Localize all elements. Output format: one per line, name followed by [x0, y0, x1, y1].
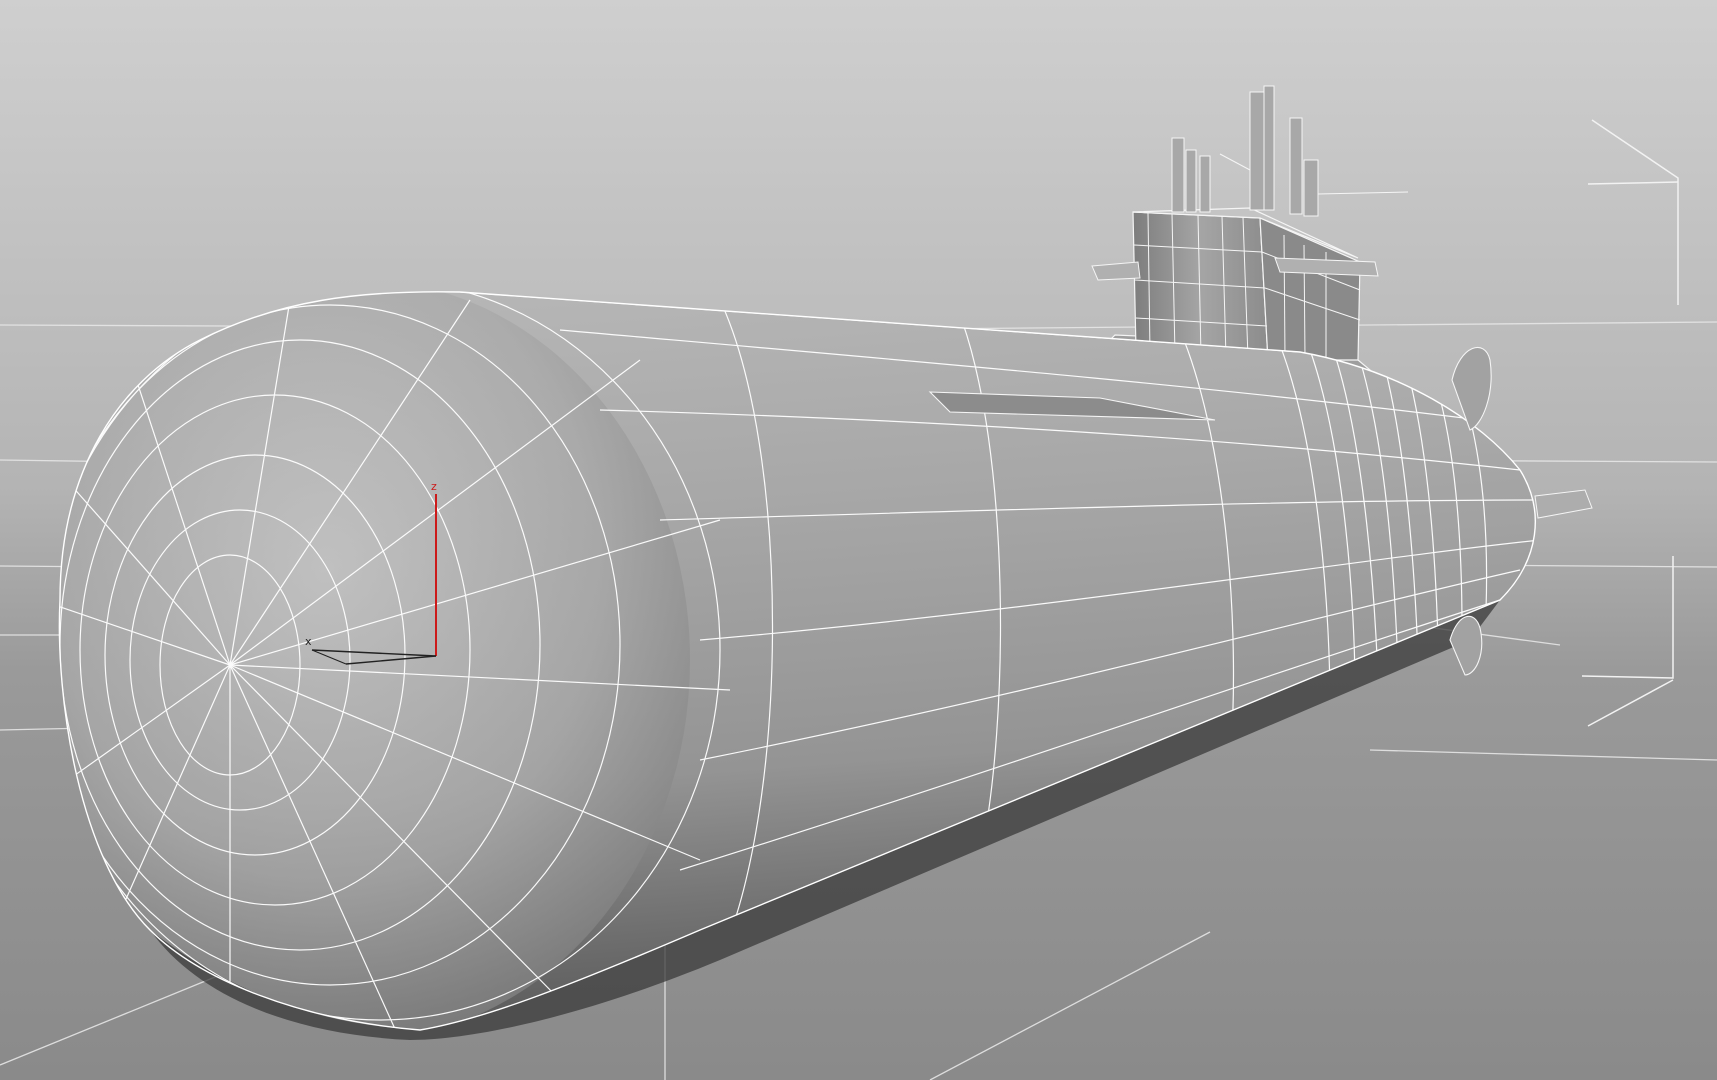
viewport-scene[interactable]: z x [0, 0, 1717, 1080]
axis-z-label: z [431, 480, 437, 493]
axis-x-label: x [305, 635, 312, 648]
perspective-viewport[interactable]: z x [0, 0, 1717, 1080]
